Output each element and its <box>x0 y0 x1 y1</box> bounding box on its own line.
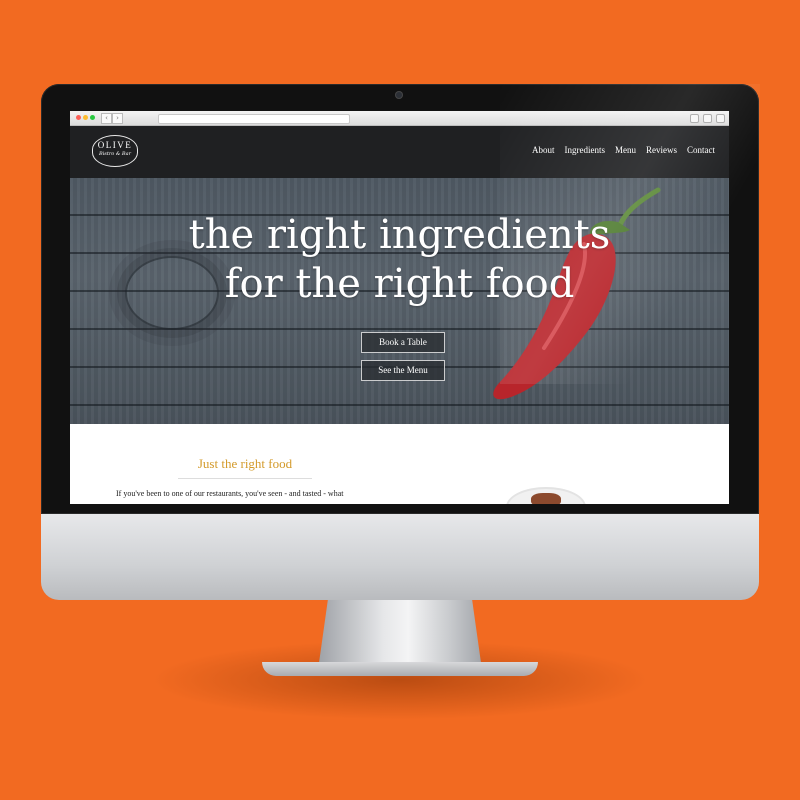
minimize-window-icon[interactable] <box>83 115 88 120</box>
browser-toolbar: ‹ › <box>70 111 729 126</box>
book-table-button[interactable]: Book a Table <box>361 332 445 353</box>
intro-section: Just the right food If you've been to on… <box>70 424 729 504</box>
monitor-chin <box>41 514 759 600</box>
camera-icon <box>395 91 403 99</box>
food-plate-image <box>506 487 586 504</box>
nav-item-contact[interactable]: Contact <box>687 145 715 155</box>
forward-button[interactable]: › <box>112 113 123 124</box>
logo-tagline: Bistro & Bar <box>99 151 131 157</box>
new-tab-icon[interactable] <box>716 114 725 123</box>
section-title: Just the right food <box>197 456 293 471</box>
site-header: OLIVE Bistro & Bar About Ingredients Men… <box>70 126 729 178</box>
hero-title-line-1: the right ingredients <box>188 212 611 258</box>
main-nav: About Ingredients Menu Reviews Contact <box>532 145 715 155</box>
tabs-icon[interactable] <box>703 114 712 123</box>
address-bar[interactable] <box>158 114 350 124</box>
intro-paragraph: If you've been to one of our restaurants… <box>116 489 344 498</box>
nav-item-reviews[interactable]: Reviews <box>646 145 677 155</box>
nav-item-ingredients[interactable]: Ingredients <box>565 145 606 155</box>
nav-item-about[interactable]: About <box>532 145 555 155</box>
browser-screen: ‹ › OLIVE Bistro & Bar About Ingredients… <box>70 111 729 504</box>
maximize-window-icon[interactable] <box>90 115 95 120</box>
site-logo[interactable]: OLIVE Bistro & Bar <box>92 135 138 167</box>
close-window-icon[interactable] <box>76 115 81 120</box>
logo-wordmark: OLIVE <box>97 140 133 150</box>
hero-section: the right ingredients for the right food… <box>70 178 729 424</box>
section-divider <box>178 478 312 479</box>
share-icon[interactable] <box>690 114 699 123</box>
hero-title-line-2: for the right food <box>224 261 575 307</box>
monitor-stand-base <box>262 662 538 676</box>
monitor-stand <box>318 600 482 670</box>
back-button[interactable]: ‹ <box>101 113 112 124</box>
nav-item-menu[interactable]: Menu <box>615 145 636 155</box>
see-menu-button[interactable]: See the Menu <box>361 360 445 381</box>
